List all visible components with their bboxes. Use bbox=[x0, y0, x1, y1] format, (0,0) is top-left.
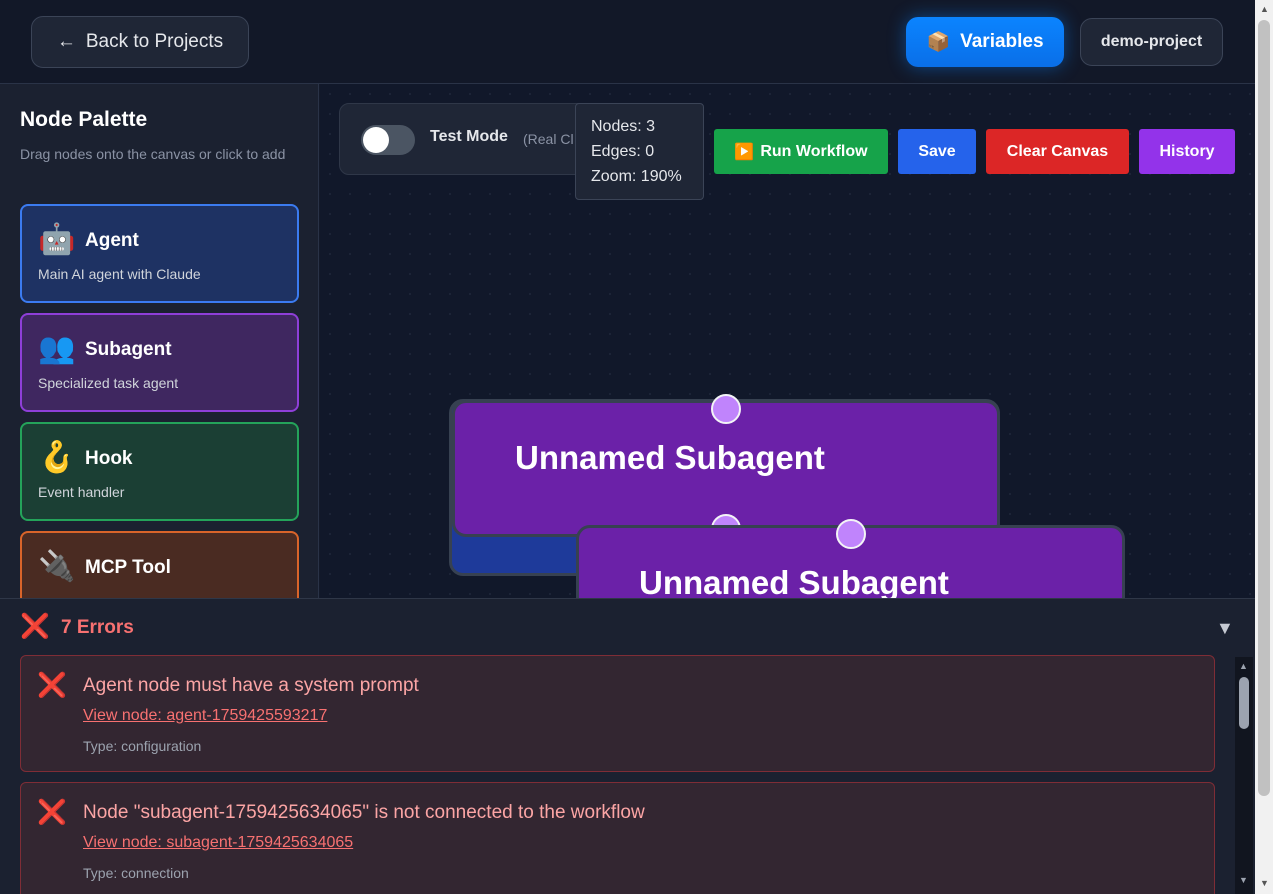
zoom-level: Zoom: 190% bbox=[591, 168, 682, 185]
errors-scrollbar[interactable]: ▲ ▼ bbox=[1235, 657, 1253, 894]
project-name-badge[interactable]: demo-project bbox=[1080, 18, 1223, 66]
clear-canvas-button[interactable]: Clear Canvas bbox=[986, 129, 1129, 174]
toggle-knob bbox=[363, 127, 389, 153]
palette-item-subagent[interactable]: 👥 Subagent Specialized task agent bbox=[20, 313, 299, 412]
run-button-label: Run Workflow bbox=[760, 142, 868, 160]
scroll-down-icon[interactable]: ▼ bbox=[1260, 878, 1269, 888]
test-mode-label: Test Mode bbox=[430, 128, 508, 145]
edge-count: Edges: 0 bbox=[591, 143, 655, 160]
node-input-handle[interactable] bbox=[836, 519, 866, 549]
error-type: Type: connection bbox=[83, 865, 189, 881]
error-card: ❌ Agent node must have a system prompt V… bbox=[20, 655, 1215, 772]
error-card: ❌ Node "subagent-1759425634065" is not c… bbox=[20, 782, 1215, 894]
node-title: Unnamed Subagent bbox=[639, 564, 949, 598]
run-workflow-button[interactable]: ▶️ Run Workflow bbox=[714, 129, 888, 174]
palette-item-desc: Specialized task agent bbox=[38, 375, 179, 391]
play-icon: ▶️ bbox=[734, 143, 755, 161]
canvas-stats-tooltip: Nodes: 3 Edges: 0 Zoom: 190% bbox=[575, 103, 704, 200]
error-type: Type: configuration bbox=[83, 738, 202, 754]
save-button[interactable]: Save bbox=[898, 129, 976, 174]
node-input-handle[interactable] bbox=[711, 394, 741, 424]
palette-item-desc: Event handler bbox=[38, 484, 125, 500]
palette-item-name: Subagent bbox=[85, 339, 172, 360]
back-to-projects-button[interactable]: ← Back to Projects bbox=[31, 16, 249, 68]
palette-item-name: MCP Tool bbox=[85, 557, 171, 578]
scroll-down-icon[interactable]: ▼ bbox=[1239, 875, 1248, 885]
view-node-link[interactable]: View node: subagent-1759425634065 bbox=[83, 834, 353, 852]
palette-item-mcp-tool[interactable]: 🔌 MCP Tool bbox=[20, 531, 299, 598]
scroll-up-icon[interactable]: ▲ bbox=[1260, 4, 1269, 14]
palette-item-agent[interactable]: 🤖 Agent Main AI agent with Claude bbox=[20, 204, 299, 303]
palette-subtitle: Drag nodes onto the canvas or click to a… bbox=[20, 146, 286, 162]
palette-item-desc: Main AI agent with Claude bbox=[38, 266, 201, 282]
top-header: ← Back to Projects 📦 Variables demo-proj… bbox=[0, 0, 1255, 84]
scrollbar-thumb[interactable] bbox=[1239, 677, 1249, 729]
palette-item-hook[interactable]: 🪝 Hook Event handler bbox=[20, 422, 299, 521]
error-x-icon: ❌ bbox=[20, 613, 50, 640]
hook-icon: 🪝 bbox=[38, 441, 76, 474]
errors-count-heading[interactable]: 7 Errors bbox=[61, 617, 134, 639]
variables-button[interactable]: 📦 Variables bbox=[906, 17, 1064, 67]
test-mode-hint: (Real Cl bbox=[523, 131, 574, 147]
variables-button-label: Variables bbox=[960, 31, 1044, 52]
view-node-link[interactable]: View node: agent-1759425593217 bbox=[83, 707, 327, 725]
node-title: Unnamed Subagent bbox=[515, 439, 825, 476]
arrow-left-icon: ← bbox=[56, 31, 76, 52]
scroll-up-icon[interactable]: ▲ bbox=[1239, 661, 1248, 671]
node-palette-sidebar: Node Palette Drag nodes onto the canvas … bbox=[0, 84, 319, 598]
scrollbar-thumb[interactable] bbox=[1258, 20, 1270, 796]
palette-title: Node Palette bbox=[20, 108, 148, 131]
validation-errors-panel: ❌ 7 Errors ▼ ❌ Agent node must have a sy… bbox=[0, 598, 1255, 894]
node-count: Nodes: 3 bbox=[591, 118, 656, 135]
robot-icon: 🤖 bbox=[38, 223, 76, 256]
workflow-canvas[interactable]: Test Mode (Real Cl Nodes: 3 Edges: 0 Zoo… bbox=[320, 84, 1255, 598]
back-button-label: Back to Projects bbox=[85, 31, 224, 52]
palette-item-name: Agent bbox=[85, 230, 139, 251]
error-x-icon: ❌ bbox=[37, 799, 67, 826]
palette-item-name: Hook bbox=[85, 448, 133, 469]
package-icon: 📦 bbox=[926, 32, 951, 53]
people-icon: 👥 bbox=[38, 332, 76, 365]
error-message: Agent node must have a system prompt bbox=[83, 675, 419, 696]
history-button[interactable]: History bbox=[1139, 129, 1235, 174]
chevron-down-icon[interactable]: ▼ bbox=[1216, 618, 1234, 639]
error-x-icon: ❌ bbox=[37, 672, 67, 699]
test-mode-toggle[interactable] bbox=[361, 125, 415, 155]
error-message: Node "subagent-1759425634065" is not con… bbox=[83, 802, 645, 823]
page-scrollbar[interactable]: ▲ ▼ bbox=[1255, 0, 1273, 894]
plug-icon: 🔌 bbox=[38, 550, 76, 583]
